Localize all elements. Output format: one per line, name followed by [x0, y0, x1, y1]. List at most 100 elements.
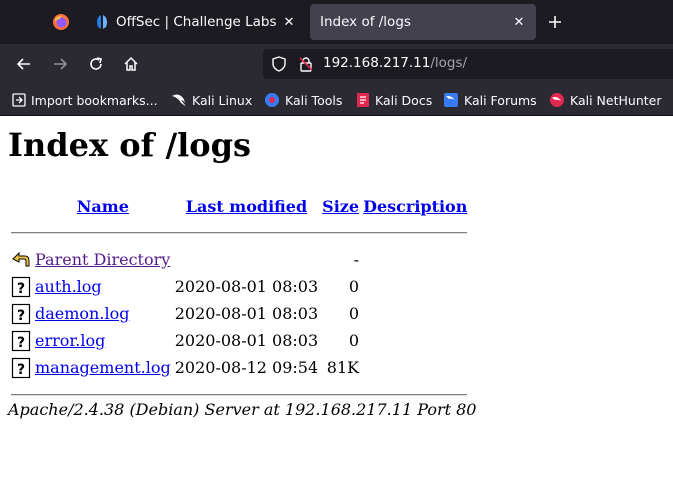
tab-bar: OffSec | Challenge Labs ✕ Index of /logs… [0, 0, 673, 44]
bookmark-label: Kali Linux [192, 92, 253, 108]
tab-label: OffSec | Challenge Labs [116, 14, 277, 30]
tab-offsec-challenge-labs[interactable]: OffSec | Challenge Labs ✕ [84, 4, 306, 40]
bookmark-kali-docs[interactable]: Kali Docs [356, 91, 432, 109]
sort-by-size-link[interactable]: Size [322, 197, 359, 216]
icon-cell: ? [10, 274, 32, 299]
url-path: /logs/ [430, 55, 468, 71]
bookmark-label: Kali Docs [375, 92, 433, 108]
bookmark-import[interactable]: Import bookmarks... [12, 91, 158, 109]
kali-dragon-icon [172, 94, 186, 106]
description-cell [362, 274, 468, 299]
file-link-error-log[interactable]: error.log [35, 331, 105, 350]
name-cell: Parent Directory [34, 247, 172, 272]
arrow-left-icon [16, 58, 30, 70]
name-cell: management.log [34, 355, 172, 380]
home-icon [124, 56, 138, 71]
kali-docs-icon [357, 93, 369, 107]
directory-listing-table: Name Last modified Size Description Pare… [8, 192, 470, 409]
description-cell [362, 247, 468, 272]
modified-cell: 2020-08-01 08:03 [174, 331, 319, 350]
close-icon[interactable]: ✕ [280, 13, 298, 31]
back-folder-icon [12, 251, 30, 266]
insecure-lock-icon[interactable] [298, 56, 314, 72]
reload-button[interactable] [84, 52, 108, 76]
size-cell: 81K [326, 358, 360, 377]
svg-text:?: ? [17, 362, 25, 378]
file-link-auth-log[interactable]: auth.log [35, 277, 102, 296]
firefox-icon [53, 14, 69, 30]
tab-index-of-logs[interactable]: Index of /logs ✕ [310, 4, 536, 40]
size-cell: 0 [348, 331, 360, 350]
modified-cell: 2020-08-01 08:03 [174, 277, 319, 296]
bookmark-kali-tools[interactable]: Kali Tools [264, 91, 342, 109]
offsec-icon [97, 15, 107, 29]
size-cell: 0 [348, 277, 360, 296]
name-cell: error.log [34, 328, 172, 353]
plus-icon [549, 16, 561, 28]
header-icon-cell [10, 194, 32, 218]
sort-by-last-modified-link[interactable]: Last modified [186, 197, 307, 216]
close-icon[interactable]: ✕ [510, 13, 528, 31]
bookmark-label: Import bookmarks... [31, 92, 158, 108]
unknown-file-icon: ? [11, 276, 31, 297]
firefox-view-button[interactable] [40, 4, 82, 40]
parent-directory-link[interactable]: Parent Directory [35, 250, 170, 269]
icon-cell: ? [10, 301, 32, 326]
modified-cell: 2020-08-01 08:03 [174, 304, 319, 323]
icon-cell: ? [10, 328, 32, 353]
table-header-row: Name Last modified Size Description [10, 194, 468, 218]
header-name: Name [34, 194, 172, 218]
name-cell: auth.log [34, 274, 172, 299]
unknown-file-icon: ? [11, 330, 31, 351]
navigation-toolbar: 192.168.217.11/logs/ [0, 44, 673, 84]
horizontal-rule [11, 231, 468, 234]
svg-text:?: ? [17, 281, 25, 297]
reload-icon [90, 57, 102, 70]
horizontal-rule [11, 393, 468, 396]
address-bar[interactable]: 192.168.217.11/logs/ [263, 49, 673, 79]
bookmark-kali-linux[interactable]: Kali Linux [171, 91, 252, 109]
bookmark-kali-nethunter[interactable]: Kali NetHunter [549, 91, 661, 109]
import-icon [12, 93, 26, 107]
bookmark-label: Kali Forums [464, 92, 537, 108]
kali-tools-icon [265, 93, 279, 107]
size-cell: - [353, 250, 360, 269]
arrow-right-icon [54, 58, 68, 70]
shield-icon [272, 56, 286, 72]
unknown-file-icon: ? [11, 357, 31, 378]
file-link-management-log[interactable]: management.log [35, 358, 171, 377]
icon-cell: ? [10, 355, 32, 380]
tab-label: Index of /logs [320, 14, 411, 30]
server-signature: Apache/2.4.38 (Debian) Server at 192.168… [8, 400, 477, 419]
svg-text:?: ? [17, 308, 25, 324]
forward-button[interactable] [48, 52, 72, 76]
new-tab-button[interactable] [542, 9, 568, 35]
modified-cell [174, 247, 319, 272]
table-row: ? error.log 2020-08-01 08:03 0 [10, 328, 468, 353]
table-row: ? management.log 2020-08-12 09:54 81K [10, 355, 468, 380]
header-last-modified: Last modified [174, 194, 319, 218]
home-button[interactable] [119, 52, 143, 76]
sort-by-description-link[interactable]: Description [363, 197, 467, 216]
description-cell [362, 301, 468, 326]
bookmark-label: Kali Tools [285, 92, 343, 108]
back-button[interactable] [12, 52, 36, 76]
table-row: ? daemon.log 2020-08-01 08:03 0 [10, 301, 468, 326]
description-cell [362, 355, 468, 380]
svg-text:?: ? [17, 335, 25, 351]
sort-by-name-link[interactable]: Name [77, 197, 129, 216]
file-link-daemon-log[interactable]: daemon.log [35, 304, 129, 323]
bookmark-label: Kali NetHunter [570, 92, 662, 108]
url-text: 192.168.217.11/logs/ [323, 55, 467, 71]
bookmark-kali-forums[interactable]: Kali Forums [443, 91, 537, 109]
page-title: Index of /logs [8, 126, 252, 164]
header-description: Description [362, 194, 468, 218]
table-row: ? auth.log 2020-08-01 08:03 0 [10, 274, 468, 299]
table-row: Parent Directory - [10, 247, 468, 272]
kali-forums-icon [444, 93, 458, 107]
modified-cell: 2020-08-12 09:54 [174, 358, 319, 377]
page-content: Index of /logs Name Last modified Size D… [0, 116, 673, 501]
size-cell: 0 [348, 304, 360, 323]
kali-nethunter-icon [550, 93, 564, 107]
url-host: 192.168.217.11 [323, 55, 431, 71]
